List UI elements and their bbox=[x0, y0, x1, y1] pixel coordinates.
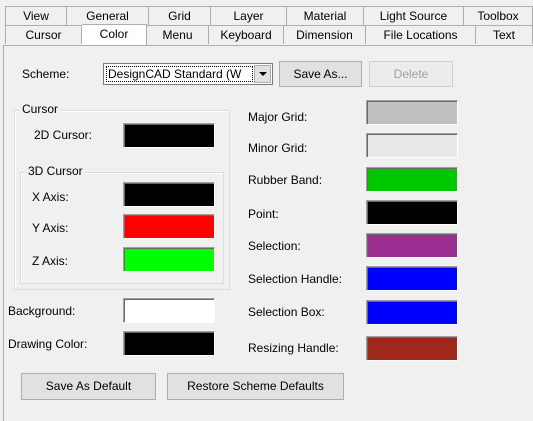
scheme-select[interactable]: DesignCAD Standard (W bbox=[103, 63, 273, 85]
save-as-default-button[interactable]: Save As Default bbox=[21, 373, 156, 400]
selection-handle-label: Selection Handle: bbox=[248, 272, 343, 286]
tab-row-back: View General Grid Layer Material Light S… bbox=[0, 6, 533, 26]
cursor-group-title: Cursor bbox=[20, 102, 61, 116]
cursor-3d-group-title: 3D Cursor bbox=[26, 164, 85, 178]
tab-color[interactable]: Color bbox=[82, 24, 147, 45]
drawing-color-label: Drawing Color: bbox=[8, 337, 88, 351]
tab-cursor[interactable]: Cursor bbox=[5, 25, 82, 44]
selection-box-label: Selection Box: bbox=[248, 305, 325, 319]
minor-grid-color-swatch[interactable] bbox=[366, 133, 458, 158]
tab-dimension[interactable]: Dimension bbox=[284, 25, 366, 44]
resizing-handle-color-swatch[interactable] bbox=[366, 336, 458, 361]
scheme-label: Scheme: bbox=[22, 67, 70, 81]
chevron-down-icon[interactable] bbox=[254, 65, 271, 83]
cursor-2d-color-swatch[interactable] bbox=[123, 123, 215, 148]
x-axis-label: X Axis: bbox=[32, 190, 69, 204]
delete-button[interactable]: Delete bbox=[369, 61, 453, 87]
z-axis-label: Z Axis: bbox=[32, 254, 69, 268]
point-color-swatch[interactable] bbox=[366, 200, 458, 225]
save-as-button[interactable]: Save As... bbox=[279, 61, 362, 87]
scheme-select-value: DesignCAD Standard (W bbox=[106, 66, 253, 82]
tab-view[interactable]: View bbox=[5, 6, 67, 25]
selection-handle-color-swatch[interactable] bbox=[366, 266, 458, 291]
tab-keyboard[interactable]: Keyboard bbox=[209, 25, 284, 44]
background-color-swatch[interactable] bbox=[123, 298, 215, 323]
tab-grid[interactable]: Grid bbox=[149, 6, 211, 25]
tab-general[interactable]: General bbox=[67, 6, 149, 25]
tab-light-source[interactable]: Light Source bbox=[364, 6, 464, 25]
x-axis-color-swatch[interactable] bbox=[123, 182, 215, 207]
tab-material[interactable]: Material bbox=[287, 6, 364, 25]
tab-file-locations[interactable]: File Locations bbox=[366, 25, 476, 44]
major-grid-color-swatch[interactable] bbox=[366, 100, 458, 125]
z-axis-color-swatch[interactable] bbox=[123, 247, 215, 272]
tab-row-front: Cursor Color Menu Keyboard Dimension Fil… bbox=[0, 24, 533, 45]
tab-menu[interactable]: Menu bbox=[147, 25, 209, 44]
background-label: Background: bbox=[8, 304, 76, 318]
tab-toolbox[interactable]: Toolbox bbox=[464, 6, 533, 25]
major-grid-label: Major Grid: bbox=[248, 110, 308, 124]
drawing-color-swatch[interactable] bbox=[123, 331, 215, 356]
rubber-band-label: Rubber Band: bbox=[248, 173, 323, 187]
resizing-handle-label: Resizing Handle: bbox=[248, 341, 339, 355]
selection-color-swatch[interactable] bbox=[366, 233, 458, 258]
selection-box-color-swatch[interactable] bbox=[366, 300, 458, 325]
minor-grid-label: Minor Grid: bbox=[248, 141, 308, 155]
tab-layer[interactable]: Layer bbox=[211, 6, 287, 25]
y-axis-label: Y Axis: bbox=[32, 221, 69, 235]
rubber-band-color-swatch[interactable] bbox=[366, 167, 458, 192]
selection-label: Selection: bbox=[248, 239, 301, 253]
restore-scheme-defaults-button[interactable]: Restore Scheme Defaults bbox=[167, 373, 344, 400]
point-label: Point: bbox=[248, 207, 279, 221]
tab-text[interactable]: Text bbox=[476, 25, 533, 44]
y-axis-color-swatch[interactable] bbox=[123, 214, 215, 239]
cursor-2d-label: 2D Cursor: bbox=[34, 128, 93, 142]
